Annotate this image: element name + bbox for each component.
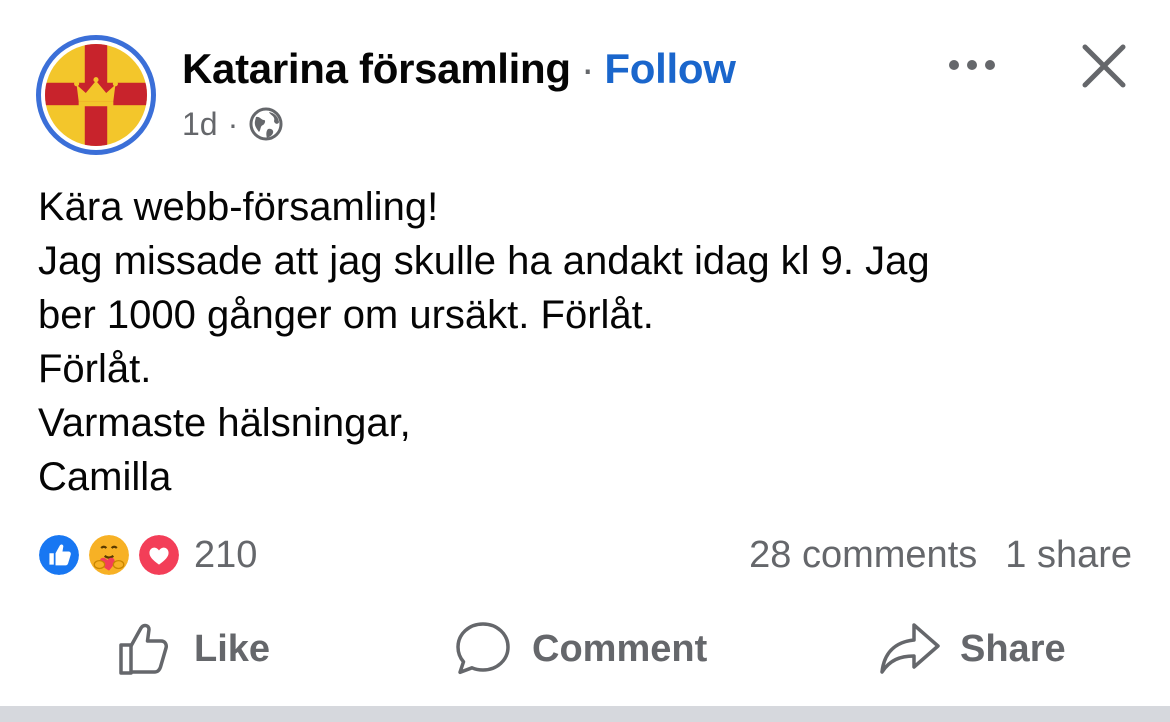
more-horizontal-icon[interactable] — [944, 48, 1000, 82]
reaction-count[interactable]: 210 — [194, 532, 257, 578]
post-line: Kära webb-församling! — [38, 185, 439, 229]
share-button[interactable]: Share — [878, 614, 1066, 684]
church-logo-icon — [45, 44, 147, 146]
comment-bubble-icon — [456, 622, 510, 675]
post-actions-bar: Like Comment Share — [0, 614, 1170, 684]
name-separator: · — [580, 45, 595, 92]
share-label: Share — [960, 627, 1066, 670]
reaction-icons — [36, 532, 182, 578]
post-line: Förlåt. — [38, 347, 152, 391]
post-line: Jag missade att jag skulle ha andakt ida… — [38, 239, 930, 283]
post-meta: 1d · — [182, 104, 284, 144]
follow-button[interactable]: Follow — [604, 45, 735, 92]
page-avatar[interactable] — [36, 35, 156, 155]
feed-separator — [0, 706, 1170, 722]
post-line: Camilla — [38, 455, 172, 499]
shares-count-link[interactable]: 1 share — [1005, 534, 1132, 576]
close-icon[interactable] — [1078, 40, 1130, 92]
comment-button[interactable]: Comment — [452, 614, 707, 684]
engagement-summary: 28 comments 1 share — [749, 532, 1132, 578]
share-arrow-icon — [880, 623, 940, 674]
meta-separator: · — [227, 106, 239, 142]
post-message: Kära webb-församling! Jag missade att ja… — [38, 180, 1128, 504]
like-reaction-icon — [36, 532, 82, 578]
post-timestamp[interactable]: 1d — [182, 104, 218, 144]
care-reaction-icon — [86, 532, 132, 578]
like-button[interactable]: Like — [116, 614, 270, 684]
page-name[interactable]: Katarina församling — [182, 45, 571, 92]
post-line: Varmaste hälsningar, — [38, 401, 411, 445]
like-label: Like — [194, 627, 271, 670]
globe-icon — [249, 107, 283, 141]
comment-label: Comment — [532, 627, 708, 670]
reaction-summary[interactable]: 210 — [36, 532, 257, 578]
post-card: Katarina församling · Follow 1d · Kära web… — [0, 0, 1170, 706]
page-title-row: Katarina församling · Follow — [182, 44, 736, 94]
thumbs-up-icon — [119, 623, 168, 675]
post-line: ber 1000 gånger om ursäkt. Förlåt. — [38, 293, 654, 337]
comments-count-link[interactable]: 28 comments — [749, 534, 977, 576]
love-reaction-icon — [136, 532, 182, 578]
